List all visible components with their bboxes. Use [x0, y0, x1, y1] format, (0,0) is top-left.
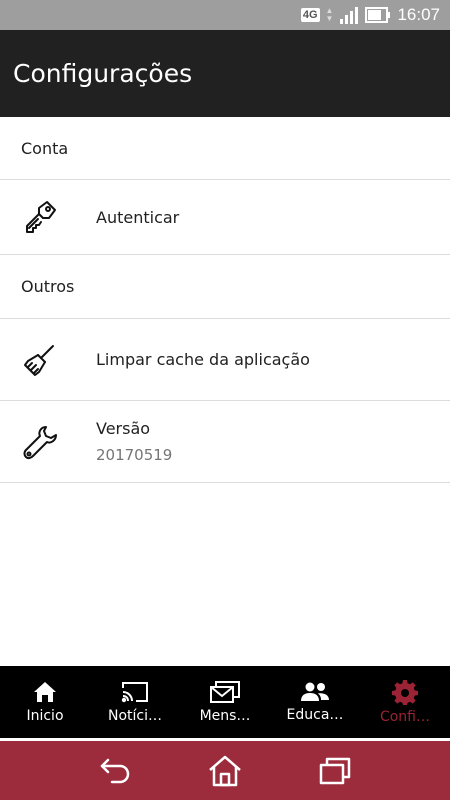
- nav-item-configuracoes[interactable]: Confi…: [360, 666, 450, 738]
- settings-list: Conta Autenticar Outros Limpar cache da …: [0, 117, 450, 666]
- back-button[interactable]: [91, 747, 139, 795]
- nav-label-educadores: Educa…: [286, 707, 344, 723]
- nav-item-mensagens[interactable]: Mens…: [180, 666, 270, 738]
- battery-icon: [365, 7, 391, 23]
- version-item[interactable]: Versão 20170519: [0, 401, 450, 483]
- home-icon: [34, 682, 56, 702]
- broom-icon: [0, 343, 96, 377]
- cast-icon: [121, 682, 148, 703]
- app-bar: Configurações: [0, 30, 450, 117]
- home-icon: [209, 755, 241, 786]
- authenticate-label: Autenticar: [96, 207, 180, 227]
- wrench-icon: [0, 424, 96, 460]
- authenticate-item[interactable]: Autenticar: [0, 180, 450, 255]
- page-title: Configurações: [13, 59, 193, 88]
- nav-item-educadores[interactable]: Educa…: [270, 666, 360, 738]
- people-icon: [301, 682, 329, 701]
- network-type: 4G: [300, 8, 320, 22]
- status-bar: 4G ▲ ▼ 16:07: [0, 0, 450, 30]
- section-header-account: Conta: [0, 117, 450, 180]
- key-icon: [0, 200, 96, 234]
- version-number: 20170519: [96, 446, 173, 464]
- clear-cache-item[interactable]: Limpar cache da aplicação: [0, 319, 450, 401]
- clear-cache-label: Limpar cache da aplicação: [96, 350, 310, 369]
- section-header-others: Outros: [21, 277, 75, 296]
- bottom-navigation: Inicio Notíci… Mens… Educa… Confi…: [0, 666, 450, 738]
- nav-label-mensagens: Mens…: [199, 708, 251, 724]
- nav-label-noticias: Notíci…: [107, 708, 162, 724]
- home-button[interactable]: [201, 747, 249, 795]
- recent-apps-button[interactable]: [311, 747, 359, 795]
- clock: 16:07: [397, 5, 440, 24]
- signal-icon: [340, 7, 359, 24]
- system-navigation-bar: [0, 738, 450, 800]
- recent-apps-icon: [319, 757, 351, 784]
- data-activity-icon: ▲ ▼: [325, 6, 334, 23]
- gear-icon: [392, 680, 418, 705]
- version-label: Versão: [96, 419, 151, 438]
- back-icon: [100, 758, 130, 783]
- nav-label-configuracoes: Confi…: [379, 709, 431, 725]
- nav-label-inicio: Inicio: [26, 708, 64, 724]
- messages-icon: [210, 681, 240, 703]
- nav-item-inicio[interactable]: Inicio: [0, 666, 90, 738]
- nav-item-noticias[interactable]: Notíci…: [90, 666, 180, 738]
